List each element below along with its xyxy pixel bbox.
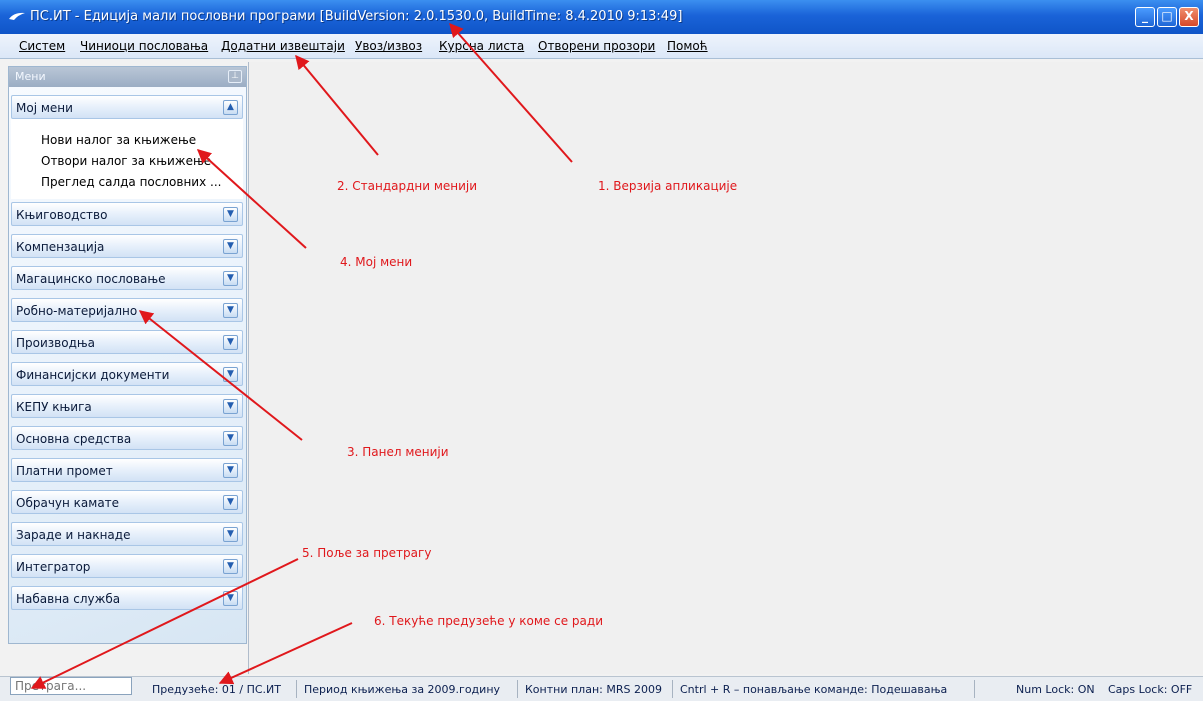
section-goods-materials[interactable]: Робно-материјално ▼ (11, 298, 243, 322)
section-compensation[interactable]: Компензација ▼ (11, 234, 243, 258)
panel-header: Мени ⊥ (9, 67, 246, 87)
section-label: Компензација (16, 240, 105, 254)
section-integrator[interactable]: Интегратор ▼ (11, 554, 243, 578)
status-caps-lock: Caps Lock: OFF (1108, 683, 1193, 696)
chevron-down-icon[interactable]: ▼ (223, 527, 238, 542)
status-divider (517, 680, 518, 698)
status-bar: Предузеће: 01 / ПС.ИТ Период књижења за … (0, 676, 1203, 701)
my-menu-item-balance-review[interactable]: Преглед салда пословних ... (41, 175, 221, 189)
title-bar[interactable]: ПС.ИТ - Едиција мали пословни програми [… (0, 0, 1203, 34)
menu-help[interactable]: Помоћ (667, 39, 708, 53)
my-menu-list: Нови налог за књижење Отвори налог за књ… (11, 119, 243, 199)
status-divider (672, 680, 673, 698)
annotation-my-menu: 4. Мој мени (340, 255, 413, 269)
chevron-down-icon[interactable]: ▼ (223, 431, 238, 446)
section-label: Књиговодство (16, 208, 108, 222)
section-label: Магацинско пословање (16, 272, 166, 286)
status-num-lock: Num Lock: ON (1016, 683, 1095, 696)
chevron-down-icon[interactable]: ▼ (223, 335, 238, 350)
section-salaries[interactable]: Зараде и накнаде ▼ (11, 522, 243, 546)
section-label: Зараде и накнаде (16, 528, 131, 542)
chevron-down-icon[interactable]: ▼ (223, 495, 238, 510)
my-menu-item-open-posting[interactable]: Отвори налог за књижење (41, 154, 211, 168)
menu-open-windows[interactable]: Отворени прозори (538, 39, 655, 53)
main-workspace (248, 62, 1203, 674)
section-label: Финансијски документи (16, 368, 170, 382)
my-menu-item-new-posting[interactable]: Нови налог за књижење (41, 133, 196, 147)
annotation-search-field: 5. Поље за претрагу (302, 546, 432, 560)
chevron-down-icon[interactable]: ▼ (223, 207, 238, 222)
maximize-button[interactable]: □ (1157, 7, 1177, 27)
menu-bar: Систем Чиниоци пословања Додатни извешта… (0, 34, 1203, 59)
section-financial-documents[interactable]: Финансијски документи ▼ (11, 362, 243, 386)
status-divider (974, 680, 975, 698)
section-label: Производња (16, 336, 96, 350)
section-warehouse[interactable]: Магацинско пословање ▼ (11, 266, 243, 290)
chevron-down-icon[interactable]: ▼ (223, 367, 238, 382)
annotation-standard-menus: 2. Стандардни менији (337, 179, 478, 193)
section-kepu-book[interactable]: КЕПУ књига ▼ (11, 394, 243, 418)
minimize-button[interactable]: _ (1135, 7, 1155, 27)
section-label: Платни промет (16, 464, 113, 478)
annotation-panel-menus: 3. Панел менији (347, 445, 449, 459)
chevron-down-icon[interactable]: ▼ (223, 303, 238, 318)
status-period: Период књижења за 2009.годину (304, 683, 501, 696)
section-label: Интегратор (16, 560, 91, 574)
chevron-down-icon[interactable]: ▼ (223, 271, 238, 286)
status-company: Предузеће: 01 / ПС.ИТ (152, 683, 281, 696)
panel-header-label: Мени (15, 70, 46, 83)
chevron-down-icon[interactable]: ▼ (223, 399, 238, 414)
section-payments[interactable]: Платни промет ▼ (11, 458, 243, 482)
window-title: ПС.ИТ - Едиција мали пословни програми [… (30, 9, 683, 24)
annotation-app-version: 1. Верзија апликације (598, 179, 738, 193)
close-button[interactable]: X (1179, 7, 1199, 27)
section-interest-calculation[interactable]: Обрачун камате ▼ (11, 490, 243, 514)
app-logo-icon (9, 12, 25, 20)
section-bookkeeping[interactable]: Књиговодство ▼ (11, 202, 243, 226)
section-my-menu[interactable]: Мој мени ▲ (11, 95, 243, 119)
menu-additional-reports[interactable]: Додатни извештаји (221, 39, 345, 53)
navigation-panel: Мени ⊥ Мој мени ▲ Нови налог за књижење … (8, 66, 247, 644)
chevron-down-icon[interactable]: ▼ (223, 239, 238, 254)
chevron-down-icon[interactable]: ▼ (223, 559, 238, 574)
menu-business-factors[interactable]: Чиниоци пословања (80, 39, 208, 53)
section-label: Робно-материјално (16, 304, 138, 318)
search-input[interactable] (10, 677, 132, 695)
app-window: ПС.ИТ - Едиција мали пословни програми [… (0, 0, 1203, 701)
section-label: Набавна служба (16, 592, 121, 606)
section-label: Мој мени (16, 101, 73, 115)
annotation-current-company: 6. Текуће предузеће у коме се ради (374, 614, 603, 628)
status-chart-of-accounts: Контни план: MRS 2009 (525, 683, 662, 696)
section-production[interactable]: Производња ▼ (11, 330, 243, 354)
status-repeat-command: Cntrl + R – понављање команде: Подешавањ… (680, 683, 948, 696)
menu-system[interactable]: Систем (19, 39, 65, 53)
menu-import-export[interactable]: Увоз/извоз (355, 39, 422, 53)
section-label: КЕПУ књига (16, 400, 92, 414)
pin-icon[interactable]: ⊥ (228, 70, 242, 83)
chevron-down-icon[interactable]: ▼ (223, 463, 238, 478)
section-fixed-assets[interactable]: Основна средства ▼ (11, 426, 243, 450)
chevron-up-icon[interactable]: ▲ (223, 100, 238, 115)
section-label: Основна средства (16, 432, 132, 446)
chevron-down-icon[interactable]: ▼ (223, 591, 238, 606)
status-divider (296, 680, 297, 698)
section-label: Обрачун камате (16, 496, 120, 510)
section-procurement[interactable]: Набавна служба ▼ (11, 586, 243, 610)
menu-exchange-rates[interactable]: Курсна листа (439, 39, 524, 53)
